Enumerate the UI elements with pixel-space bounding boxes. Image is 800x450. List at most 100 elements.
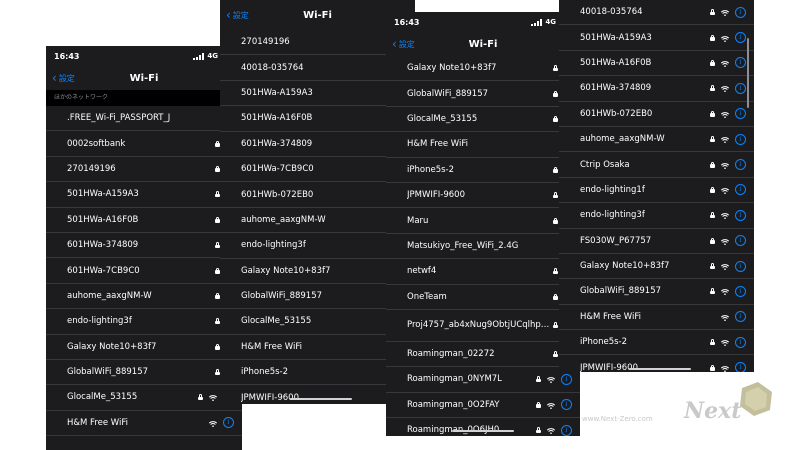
scrollbar[interactable] xyxy=(747,38,749,108)
network-row[interactable]: H&M Free WiFi xyxy=(386,132,580,158)
lock-icon xyxy=(553,351,558,358)
network-row[interactable]: Maru xyxy=(386,208,580,234)
network-name: H&M Free WiFi xyxy=(67,417,129,428)
wifi-icon xyxy=(720,263,730,271)
back-button[interactable]: ‹ 設定 xyxy=(226,0,249,30)
network-row[interactable]: 601HWb-072EB0 i xyxy=(559,102,754,127)
network-name: Galaxy Note10+83f7 xyxy=(407,63,497,74)
lock-icon xyxy=(710,34,715,41)
network-row[interactable]: 601HWa-7CB9C0 xyxy=(46,258,242,284)
wifi-icon xyxy=(720,60,730,67)
network-row[interactable]: OneTeam xyxy=(386,285,580,310)
network-name: .FREE_Wi-Fi_PASSPORT_J xyxy=(67,113,171,124)
info-icon[interactable]: i xyxy=(223,417,234,429)
lock-icon xyxy=(710,237,715,244)
info-icon[interactable]: i xyxy=(735,235,746,247)
status-bar: 16:43 4G xyxy=(46,46,242,66)
network-row[interactable]: iPhone5s-2 i xyxy=(559,330,754,356)
network-row[interactable]: Galaxy Note10+83f7 xyxy=(386,56,580,82)
info-icon[interactable]: i xyxy=(735,311,746,323)
network-name: GlocalMe_53155 xyxy=(67,392,138,403)
network-row[interactable]: auhome_aaxgNM-W xyxy=(46,284,242,310)
info-icon[interactable]: i xyxy=(561,373,572,385)
info-icon[interactable]: i xyxy=(561,424,572,436)
network-row[interactable]: Matsukiyo_Free_WiFi_2.4G xyxy=(386,234,580,260)
info-icon[interactable]: i xyxy=(735,184,746,196)
network-row[interactable]: GlocalMe_53155 xyxy=(386,107,580,133)
network-row[interactable]: 601HWa-374809 xyxy=(46,233,242,259)
info-icon[interactable]: i xyxy=(735,133,746,145)
status-time: 16:43 xyxy=(394,17,420,27)
network-row[interactable]: Proj4757_ab4xNug9ObtjUCqlhpV8JB xyxy=(386,310,580,342)
network-row[interactable]: GlobalWiFi_889157 xyxy=(386,81,580,107)
lock-icon xyxy=(710,59,715,66)
network-row[interactable]: GlocalMe_53155i xyxy=(46,385,242,411)
lock-icon xyxy=(536,427,541,434)
info-icon[interactable]: i xyxy=(735,57,746,69)
network-row[interactable]: Galaxy Note10+83f7 i xyxy=(559,254,754,280)
lock-icon xyxy=(710,9,715,16)
lock-icon xyxy=(553,90,558,97)
network-name: auhome_aaxgNM-W xyxy=(67,290,152,301)
network-row[interactable]: endo-lighting3f i xyxy=(559,203,754,229)
info-icon[interactable]: i xyxy=(735,32,746,44)
network-row[interactable]: Ctrip Osaka i xyxy=(559,152,754,178)
info-icon[interactable]: i xyxy=(735,108,746,120)
network-row[interactable]: endo-lighting1f i xyxy=(559,178,754,204)
network-name: Maru xyxy=(407,215,429,226)
network-list: .FREE_Wi-Fi_PASSPORT_J 0002softbank 270149… xyxy=(46,106,242,437)
network-row[interactable]: 501HWa-A16F0B xyxy=(46,208,242,233)
network-row[interactable]: endo-lighting3f xyxy=(46,309,242,335)
network-row[interactable]: H&M Free WiFi i xyxy=(46,411,242,437)
logo-text: Next xyxy=(683,398,741,424)
network-row[interactable]: Roamingman_0NYM7L i xyxy=(386,367,580,393)
network-row[interactable]: Roamingman_0O2FAY i xyxy=(386,393,580,419)
network-row[interactable]: 270149196 xyxy=(46,157,242,183)
network-row[interactable]: netwf4 xyxy=(386,259,580,285)
network-row[interactable]: iPhone5s-2 xyxy=(386,158,580,183)
info-icon[interactable]: i xyxy=(735,260,746,272)
lock-icon xyxy=(710,263,715,270)
network-row[interactable]: 0002softbank xyxy=(46,131,242,157)
network-row[interactable]: Roamingman_0O6JH0i xyxy=(386,418,580,436)
network-name: auhome_aaxgNM-W xyxy=(241,214,326,225)
info-icon[interactable]: i xyxy=(735,285,746,297)
network-name: H&M Free WiFi xyxy=(407,139,469,150)
network-row[interactable]: 601HWa-374809 i xyxy=(559,76,754,102)
network-row[interactable]: 40018-035764 i xyxy=(559,0,754,26)
info-icon[interactable]: i xyxy=(735,336,746,348)
info-icon[interactable]: i xyxy=(735,6,746,18)
network-row[interactable]: FS030W_P67757 i xyxy=(559,229,754,254)
network-row[interactable]: H&M Free WiFi i xyxy=(559,305,754,331)
network-row[interactable]: 501HWa-A16F0B i xyxy=(559,51,754,77)
network-row[interactable]: .FREE_Wi-Fi_PASSPORT_J xyxy=(46,106,242,132)
network-row[interactable]: 501HWa-A159A3 i xyxy=(559,25,754,51)
network-row[interactable]: Roamingman_02272 xyxy=(386,342,580,368)
network-name: GlobalWiFi_889157 xyxy=(241,291,323,302)
network-row[interactable]: GlobalWiFi_889157 xyxy=(46,360,242,386)
info-icon[interactable]: i xyxy=(735,362,746,372)
info-icon[interactable]: i xyxy=(735,82,746,94)
wifi-icon xyxy=(546,402,556,409)
network-name: 501HWa-A16F0B xyxy=(580,57,652,68)
network-icons: i xyxy=(710,362,746,372)
network-row[interactable]: 501HWa-A159A3 xyxy=(46,182,242,208)
back-button[interactable]: ‹ 設定 xyxy=(52,66,75,90)
network-name: Roamingman_0NYM7L xyxy=(407,374,502,385)
section-header: ほかのネットワーク xyxy=(46,90,242,106)
back-button[interactable]: ‹ 設定 xyxy=(392,32,415,56)
network-row[interactable]: GlobalWiFi_889157 i xyxy=(559,279,754,305)
network-name: 601HWa-7CB9C0 xyxy=(67,265,140,276)
network-row[interactable]: Galaxy Note10+83f7 xyxy=(46,335,242,360)
network-name: 40018-035764 xyxy=(241,62,304,73)
network-row[interactable]: JPMWIFI-9600 xyxy=(386,183,580,209)
network-row[interactable]: auhome_aaxgNM-W i xyxy=(559,127,754,153)
network-name: FS030W_P67757 xyxy=(580,235,652,246)
back-label: 設定 xyxy=(58,73,75,83)
info-icon[interactable]: i xyxy=(735,209,746,221)
network-name: 601HWa-7CB9C0 xyxy=(241,164,314,175)
back-label: 設定 xyxy=(398,39,415,49)
info-icon[interactable]: i xyxy=(735,159,746,171)
info-icon[interactable]: i xyxy=(561,399,572,411)
wifi-icon xyxy=(720,111,730,118)
